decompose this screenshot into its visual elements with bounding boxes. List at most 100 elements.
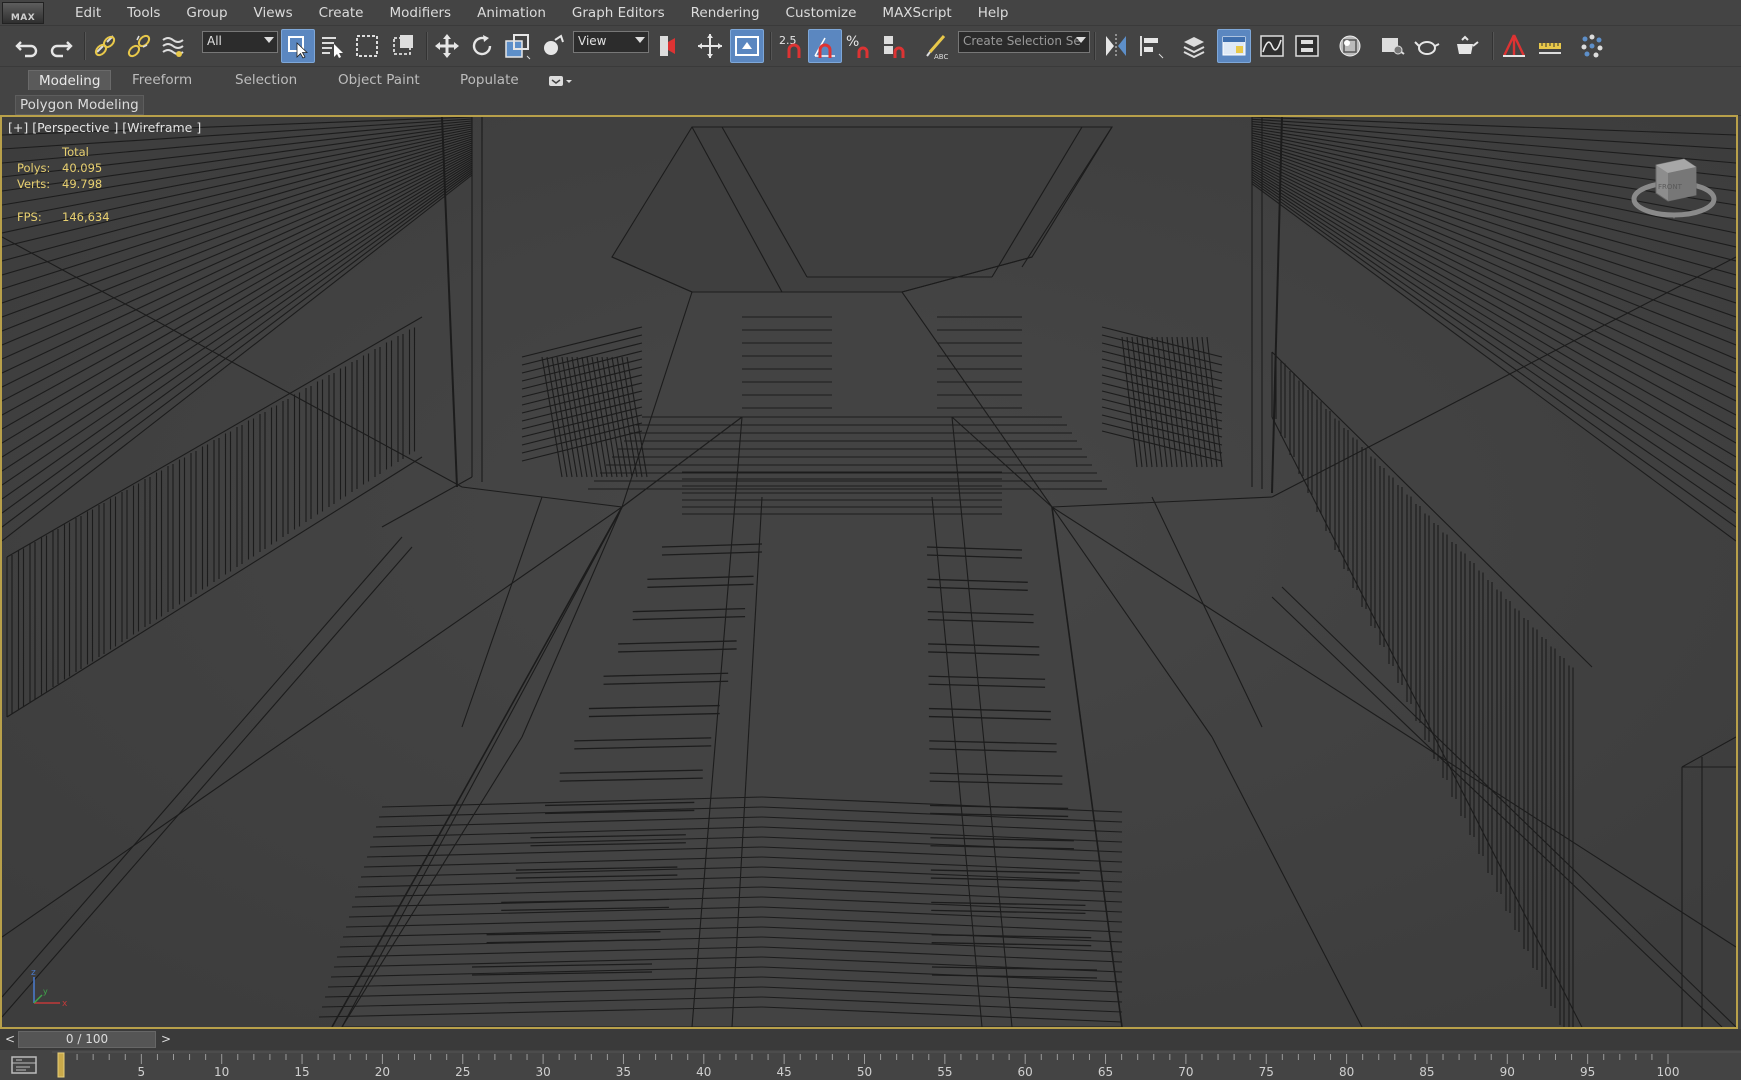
toggle-ribbon-button[interactable] xyxy=(1217,29,1251,63)
named-selection-set-dropdown[interactable]: Create Selection Se xyxy=(958,31,1090,53)
track-bar[interactable]: 5 10 15 20 25 30 35 40 45 50 55 60 65 70 75 80 85 90 95 100 xyxy=(0,1050,1741,1080)
menu-edit[interactable]: Edit xyxy=(62,5,114,21)
ribbon-tab-bar: Modeling Freeform Selection Object Paint… xyxy=(0,67,1741,93)
ruler-tick-label: 25 xyxy=(455,1065,470,1079)
link-icon xyxy=(94,35,116,57)
tab-selection[interactable]: Selection xyxy=(235,70,297,90)
menu-maxscript[interactable]: MAXScript xyxy=(869,5,964,21)
select-object-button[interactable] xyxy=(281,29,315,63)
particle-view-button[interactable] xyxy=(1575,29,1609,63)
manipulate-icon xyxy=(698,34,722,58)
edit-named-selection-sets-button[interactable]: ABC xyxy=(921,29,955,63)
bind-to-space-warp-button[interactable] xyxy=(156,29,190,63)
menu-animation[interactable]: Animation xyxy=(464,5,559,21)
menu-create[interactable]: Create xyxy=(306,5,377,21)
align-button[interactable] xyxy=(1134,29,1168,63)
reference-coordinate-system-dropdown[interactable]: View xyxy=(573,31,649,53)
time-slider-previous-button[interactable]: < xyxy=(2,1031,18,1048)
menu-help[interactable]: Help xyxy=(965,5,1022,21)
tab-freeform[interactable]: Freeform xyxy=(132,70,192,90)
polygon-modeling-panel-button[interactable]: Polygon Modeling xyxy=(15,95,144,115)
measure-distance-button[interactable] xyxy=(1497,29,1531,63)
ribbon-options-dropdown[interactable] xyxy=(548,74,574,88)
tab-modeling[interactable]: Modeling xyxy=(28,70,112,90)
time-slider-thumb[interactable]: 0 / 100 xyxy=(18,1031,156,1048)
align-icon xyxy=(1140,36,1164,59)
mirror-icon xyxy=(1106,34,1126,58)
render-setup-button[interactable] xyxy=(1375,29,1409,63)
menu-rendering[interactable]: Rendering xyxy=(678,5,773,21)
schematic-view-button[interactable] xyxy=(1290,29,1324,63)
scale-icon xyxy=(505,34,531,60)
current-frame-marker[interactable] xyxy=(57,1052,65,1078)
select-and-place-button[interactable] xyxy=(536,29,570,63)
perspective-viewport[interactable]: [+] [Perspective ] [Wireframe ] Total Po… xyxy=(0,115,1738,1029)
select-and-manipulate-button[interactable] xyxy=(693,29,727,63)
toolbar-separator xyxy=(84,32,86,60)
select-and-link-button[interactable] xyxy=(88,29,122,63)
open-mini-curve-editor-icon[interactable] xyxy=(10,1054,38,1076)
select-and-rotate-button[interactable] xyxy=(465,29,499,63)
render-production-button[interactable] xyxy=(1448,29,1482,63)
percent-snap-toggle-button[interactable]: % xyxy=(842,29,876,63)
select-and-move-button[interactable] xyxy=(430,29,464,63)
chevron-down-icon xyxy=(264,37,274,43)
undo-icon xyxy=(15,41,38,58)
ruler-tick-label: 55 xyxy=(937,1065,952,1079)
toolbar-separator xyxy=(770,32,772,60)
curve-editor-icon xyxy=(1260,35,1284,57)
unlink-selection-button[interactable] xyxy=(122,29,156,63)
mirror-button[interactable] xyxy=(1099,29,1133,63)
chevron-down-icon xyxy=(635,37,645,43)
application-button[interactable]: MAX xyxy=(2,1,44,24)
z-axis-label: z xyxy=(31,968,36,978)
time-slider: < 0 / 100 > xyxy=(0,1029,1741,1050)
tape-measure-button[interactable] xyxy=(1533,29,1567,63)
rectangular-selection-button[interactable] xyxy=(350,29,384,63)
track-bar-ruler[interactable]: 5 10 15 20 25 30 35 40 45 50 55 60 65 70 75 80 85 90 95 100 xyxy=(52,1050,1741,1080)
rendered-frame-window-button[interactable] xyxy=(1410,29,1444,63)
ruler-tick-label: 95 xyxy=(1580,1065,1595,1079)
tab-populate[interactable]: Populate xyxy=(460,70,519,90)
menu-group[interactable]: Group xyxy=(173,5,240,21)
ruler-tick-label: 100 xyxy=(1657,1065,1680,1079)
spinner-snap-icon xyxy=(884,36,905,58)
keyboard-shortcut-override-button[interactable] xyxy=(730,29,764,63)
menu-customize[interactable]: Customize xyxy=(773,5,870,21)
redo-button[interactable] xyxy=(44,29,78,63)
viewport-label-menu[interactable]: [+] [Perspective ] [Wireframe ] xyxy=(8,120,201,135)
space-warp-icon xyxy=(162,37,184,57)
menu-graph-editors[interactable]: Graph Editors xyxy=(559,5,678,21)
ruler-tick-label: 70 xyxy=(1178,1065,1193,1079)
scene-explorer-button[interactable] xyxy=(1177,29,1211,63)
menu-views[interactable]: Views xyxy=(241,5,306,21)
viewcube[interactable]: FRONT xyxy=(1626,143,1722,235)
select-by-name-button[interactable] xyxy=(315,29,349,63)
viewcube-face-label: FRONT xyxy=(1658,183,1683,191)
ribbon-icon xyxy=(1222,36,1246,56)
select-and-scale-button[interactable] xyxy=(500,29,534,63)
named-selection-set-placeholder: Create Selection Se xyxy=(963,34,1081,48)
rectangle-selection-icon xyxy=(356,35,378,57)
material-editor-button[interactable] xyxy=(1333,29,1367,63)
menu-modifiers[interactable]: Modifiers xyxy=(376,5,464,21)
undo-button[interactable] xyxy=(10,29,44,63)
x-axis-label: x xyxy=(62,999,68,1009)
particles-icon xyxy=(1581,34,1603,58)
selection-filter-dropdown[interactable]: All xyxy=(202,31,278,53)
snaps-toggle-button[interactable]: 2.5 xyxy=(774,29,808,63)
window-crossing-button[interactable] xyxy=(387,29,421,63)
menu-tools[interactable]: Tools xyxy=(114,5,173,21)
wireframe-scene[interactable] xyxy=(2,117,1736,1027)
polys-value: 40.095 xyxy=(62,161,103,175)
polys-label: Polys: xyxy=(17,161,51,175)
schematic-icon xyxy=(1295,35,1319,57)
tab-object-paint[interactable]: Object Paint xyxy=(338,70,420,90)
reference-coordinate-value: View xyxy=(578,34,607,48)
measure-icon xyxy=(1502,34,1526,57)
use-pivot-point-center-button[interactable] xyxy=(652,29,686,63)
spinner-snap-toggle-button[interactable] xyxy=(878,29,912,63)
curve-editor-button[interactable] xyxy=(1255,29,1289,63)
angle-snap-toggle-button[interactable] xyxy=(808,29,842,63)
time-slider-next-button[interactable]: > xyxy=(158,1031,174,1048)
